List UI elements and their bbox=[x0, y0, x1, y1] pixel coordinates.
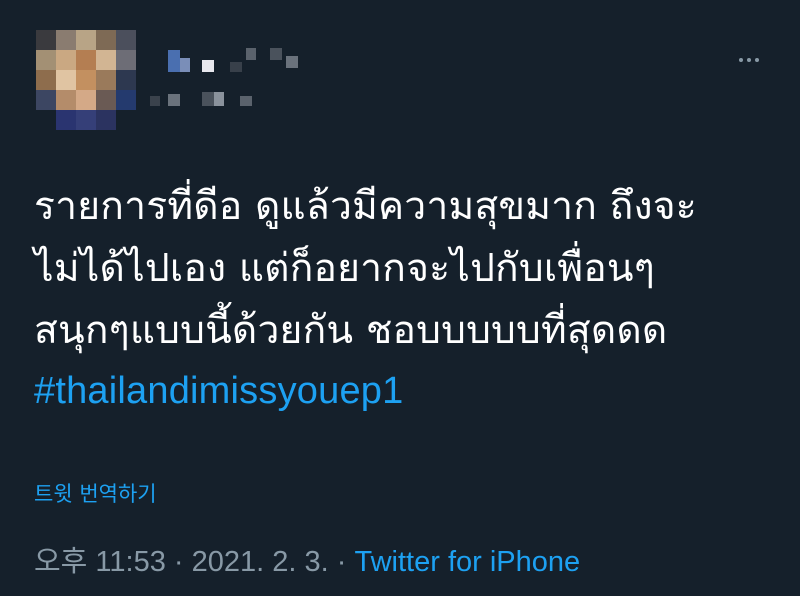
meta-separator: · bbox=[336, 546, 347, 578]
more-options-button[interactable] bbox=[732, 48, 766, 72]
tweet-text-line: สนุกๆแบบนี้ด้วยกัน ชอบบบบบที่สุดดด bbox=[34, 308, 668, 353]
tweet-metadata: 오후 11:53 · 2021. 2. 3. · Twitter for iPh… bbox=[34, 538, 580, 580]
more-horizontal-icon bbox=[739, 58, 743, 62]
translate-tweet-link[interactable]: 트윗 번역하기 bbox=[34, 478, 157, 508]
tweet-card: รายการที่ดีอ ดูแล้วมีความสุขมาก ถึงจะ ไม… bbox=[0, 0, 800, 596]
tweet-time[interactable]: 오후 11:53 bbox=[34, 546, 166, 578]
avatar[interactable] bbox=[36, 30, 136, 130]
tweet-text-line: รายการที่ดีอ ดูแล้วมีความสุขมาก ถึงจะ bbox=[34, 184, 697, 229]
more-dot bbox=[747, 58, 751, 62]
meta-separator: · bbox=[173, 546, 184, 578]
more-dot bbox=[755, 58, 759, 62]
hashtag-link[interactable]: #thailandimissyouep1 bbox=[34, 362, 774, 420]
tweet-source-link[interactable]: Twitter for iPhone bbox=[355, 546, 581, 578]
tweet-text-line: ไม่ได้ไปเอง แต่ก็อยากจะไปกับเพื่อนๆ bbox=[34, 246, 655, 291]
tweet-date[interactable]: 2021. 2. 3. bbox=[192, 546, 329, 578]
tweet-body: รายการที่ดีอ ดูแล้วมีความสุขมาก ถึงจะ ไม… bbox=[34, 176, 774, 420]
display-name-blurred[interactable] bbox=[150, 42, 310, 114]
